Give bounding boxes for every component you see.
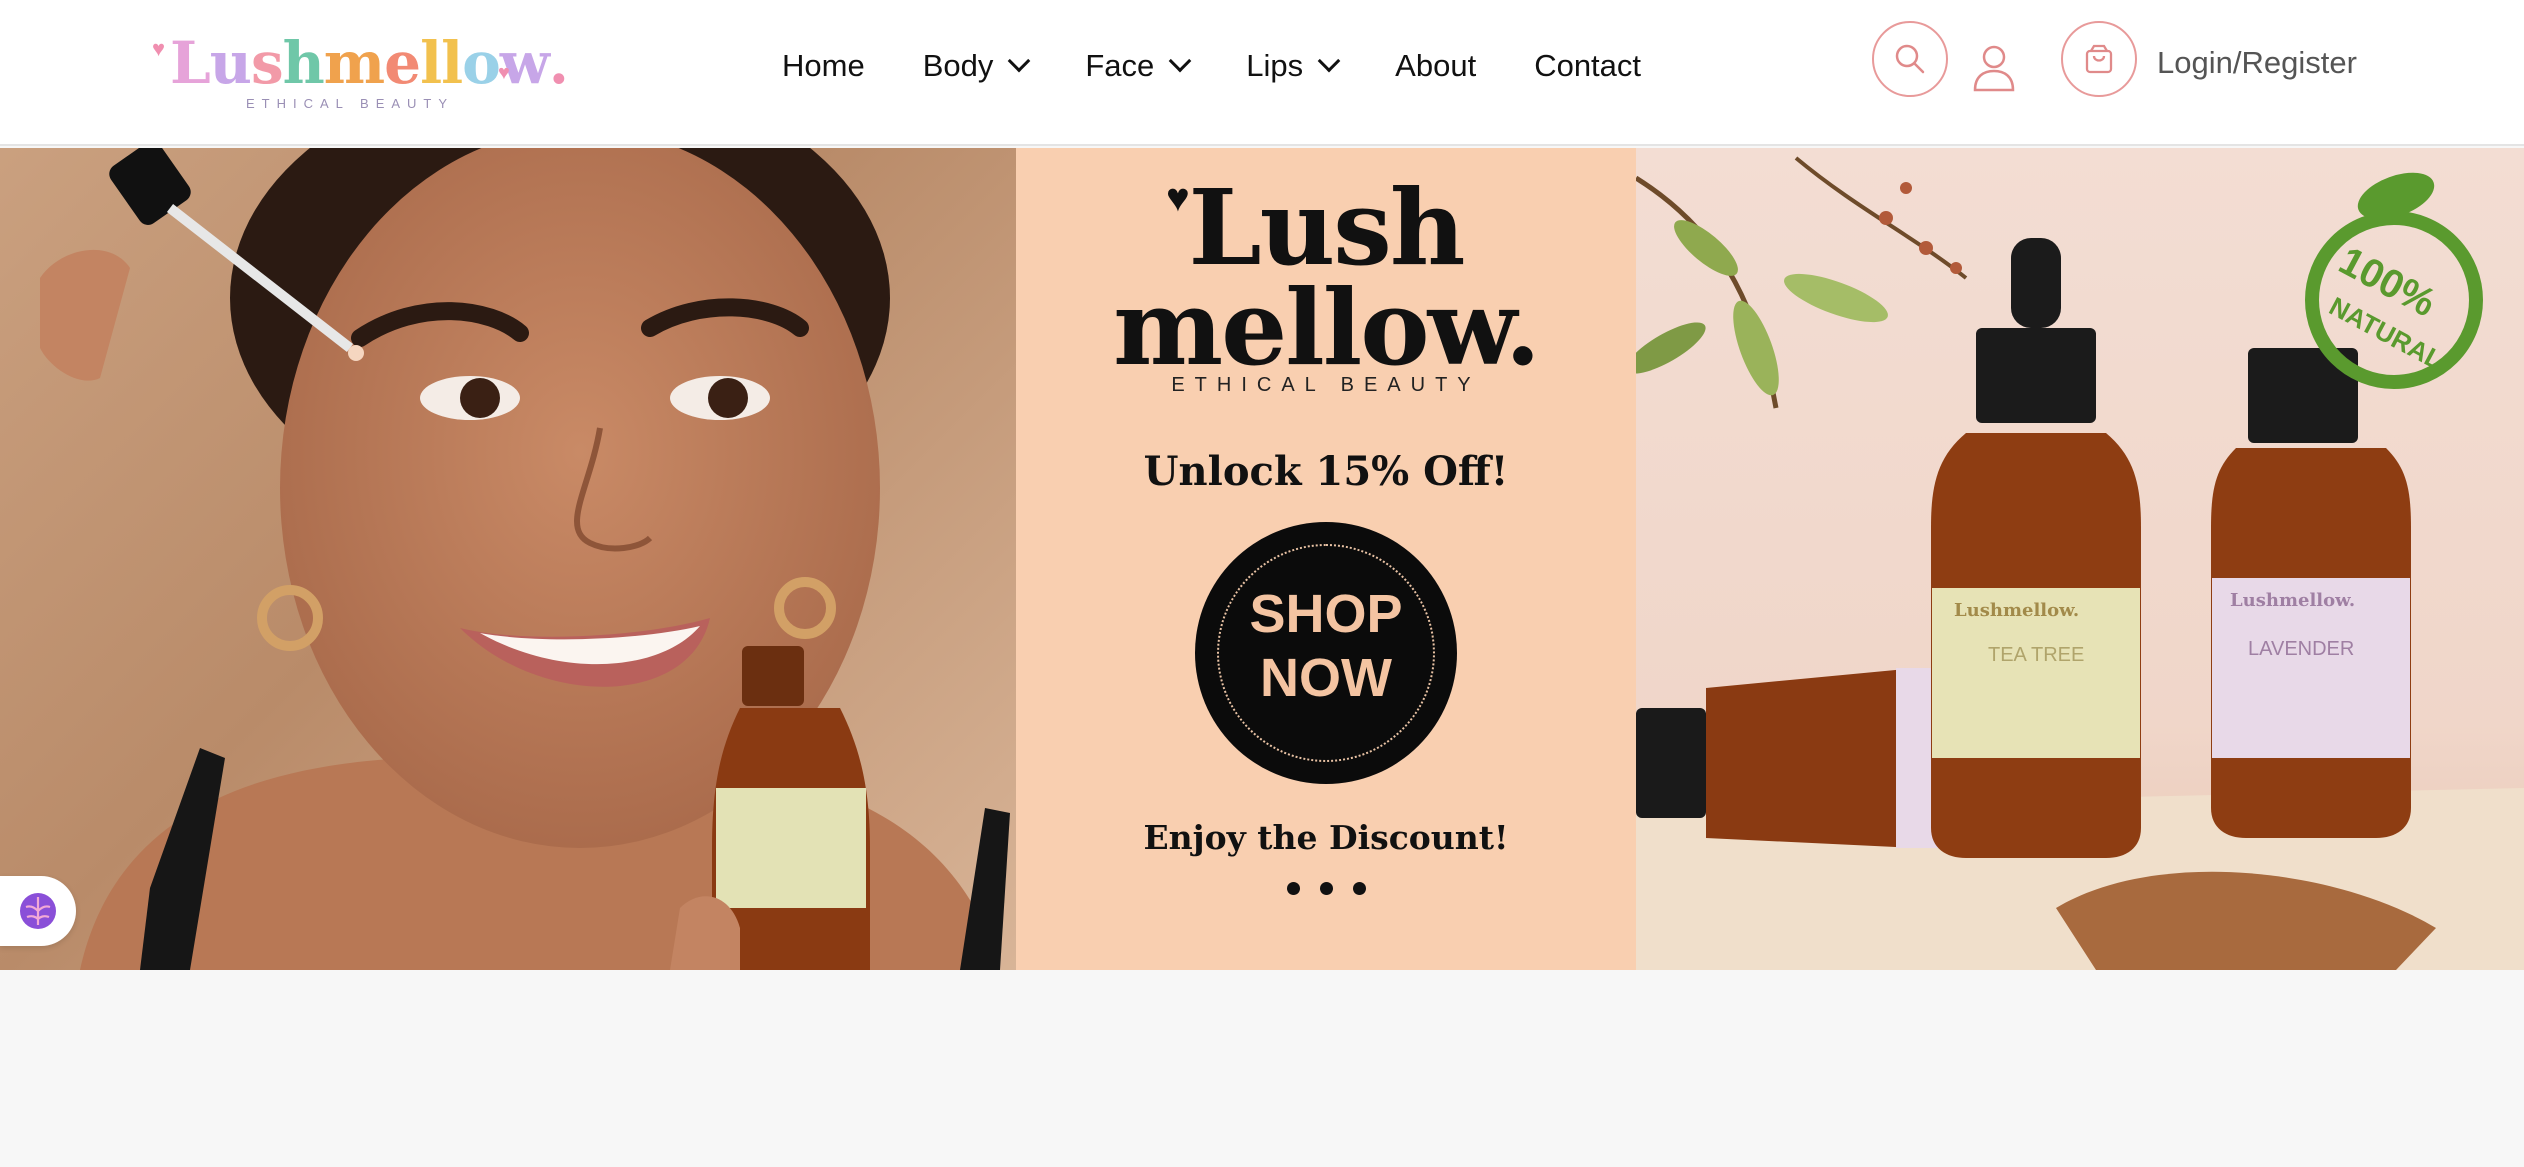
main-nav: Home Body Face Lips About Contact [782,44,1641,88]
promo-brand: Lush mellow. [1016,166,1636,389]
user-icon [1973,45,2015,92]
search-icon [1895,44,1925,74]
chevron-down-icon [1008,49,1031,73]
logo-letter: l [420,29,442,97]
slide-dot[interactable] [1352,882,1366,895]
logo-letter: . [548,29,569,97]
brain-icon [20,893,56,929]
nav-label: About [1395,48,1477,83]
slide-indicator [1016,882,1636,895]
shop-now-line2: NOW [1260,648,1392,708]
shopping-bag-icon [2085,44,2113,74]
nav-label: Lips [1246,48,1304,83]
site-header: ♥ Lushmellow. ♥ ETHICAL BEAUTY Home Body… [0,0,2524,146]
model-illustration [40,148,1010,970]
slide-dot[interactable] [1319,882,1333,895]
nav-lips[interactable]: Lips [1246,48,1341,84]
bottle-brand-left: Lushmellow. [1954,600,2080,621]
promo-brand-line2: mellow. [1113,266,1541,389]
accessibility-widget-button[interactable] [0,876,76,946]
account-button[interactable] [1972,44,2016,92]
hero-banner[interactable]: ♥ Lush mellow. ETHICAL BEAUTY Unlock 15%… [0,148,2524,970]
promo-panel: ♥ Lush mellow. ETHICAL BEAUTY Unlock 15%… [1016,148,1636,970]
slide-dot[interactable] [1286,882,1300,895]
nav-about[interactable]: About [1395,48,1476,84]
logo-letter: e [384,29,421,97]
shop-now-label: SHOP NOW [1195,582,1457,710]
heart-icon: ♥ [152,36,166,61]
nav-body[interactable]: Body [922,48,1031,84]
promo-footer: Enjoy the Discount! [1143,818,1509,857]
nav-label: Home [782,48,865,83]
nav-contact[interactable]: Contact [1534,48,1641,84]
page-content-area [0,970,2524,1167]
search-button[interactable] [1872,21,1948,97]
nav-label: Contact [1534,48,1642,83]
promo-tagline: ETHICAL BEAUTY [1171,374,1481,396]
logo-letter: L [170,29,211,97]
heart-icon: ♥ [498,62,510,84]
logo-letter: m [323,29,385,97]
bottle-label-right: LAVENDER [2248,638,2355,660]
logo-letter: l [441,29,463,97]
hero-products-image: 100% NATURAL Lushmellow. TEA TREE Lushme… [1636,148,2524,970]
logo-letter: h [282,29,325,97]
logo-letter: s [250,29,284,97]
shop-now-button[interactable]: SHOP NOW [1195,522,1457,784]
cart-button[interactable] [2061,21,2137,97]
chevron-down-icon [1168,49,1192,73]
bottle-label-left: TEA TREE [1988,644,2085,666]
nav-label: Body [922,48,994,83]
chevron-down-icon [1317,49,1341,73]
nav-home[interactable]: Home [782,48,865,84]
logo-letter: o [462,29,501,97]
shop-now-line1: SHOP [1249,584,1403,644]
logo-letter: u [209,29,252,97]
brand-logo[interactable]: ♥ Lushmellow. ♥ ETHICAL BEAUTY [150,28,569,116]
logo-tagline: ETHICAL BEAUTY [246,96,455,111]
hero-model-image [0,148,1016,970]
bottle-brand-right: Lushmellow. [2230,590,2356,611]
promo-offer: Unlock 15% Off! [1143,448,1509,495]
nav-face[interactable]: Face [1085,48,1192,84]
login-register-link[interactable]: Login/Register [2157,45,2357,81]
promo-brand-line1: Lush [1188,166,1466,289]
nav-label: Face [1085,48,1155,83]
